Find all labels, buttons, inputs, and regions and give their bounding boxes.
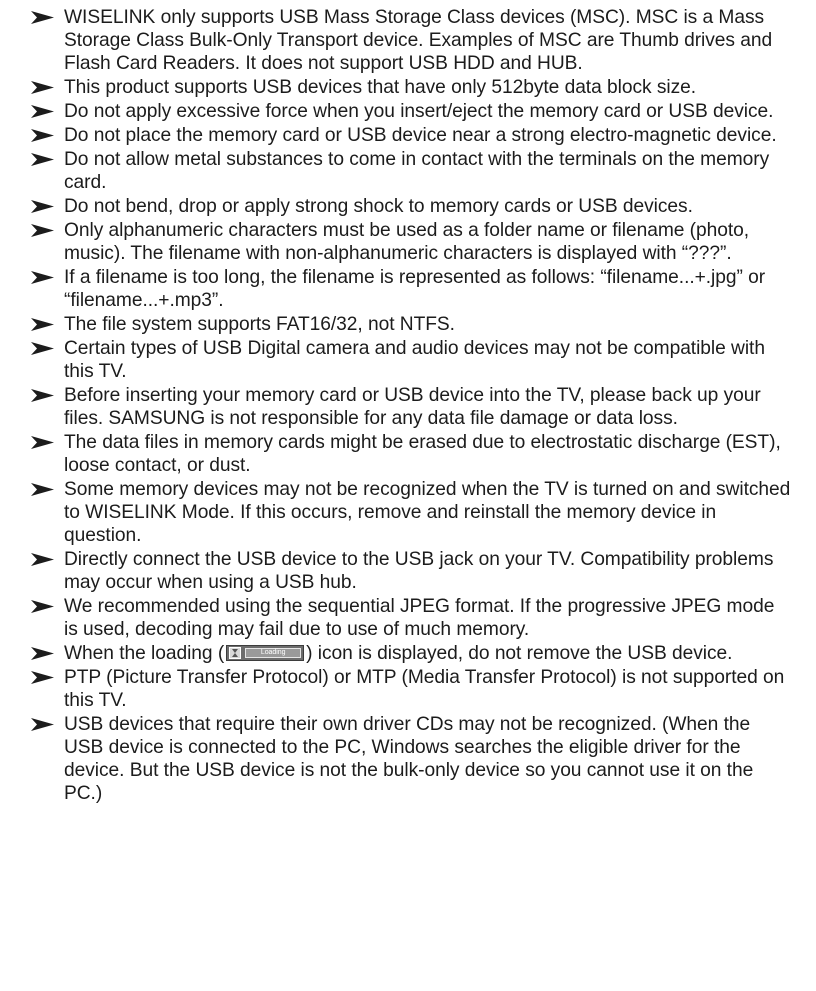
list-item: Some memory devices may not be recognize… — [31, 478, 792, 547]
arrowhead-bullet-icon — [31, 671, 54, 684]
usb-notes-list: WISELINK only supports USB Mass Storage … — [31, 6, 792, 805]
loading-note-after: ) icon is displayed, do not remove the U… — [306, 643, 733, 664]
list-item: USB devices that require their own drive… — [31, 713, 792, 805]
list-item: This product supports USB devices that h… — [31, 76, 792, 99]
list-item: If a filename is too long, the filename … — [31, 266, 792, 312]
loading-indicator-icon: Loading — [226, 645, 305, 661]
arrowhead-bullet-icon — [31, 105, 54, 118]
note-text: Do not place the memory card or USB devi… — [64, 125, 777, 146]
list-item: PTP (Picture Transfer Protocol) or MTP (… — [31, 666, 792, 712]
note-text: If a filename is too long, the filename … — [64, 267, 766, 311]
note-text: The data files in memory cards might be … — [64, 432, 781, 476]
loading-note-before: When the loading ( — [64, 643, 225, 664]
arrowhead-bullet-icon — [31, 600, 54, 613]
list-item: The file system supports FAT16/32, not N… — [31, 313, 792, 336]
arrowhead-bullet-icon — [31, 153, 54, 166]
manual-page: WISELINK only supports USB Mass Storage … — [0, 0, 816, 991]
note-text: Directly connect the USB device to the U… — [64, 549, 774, 593]
loading-note: When the loading ( Loading ) icon is displ… — [31, 642, 792, 665]
arrowhead-bullet-icon — [31, 200, 54, 213]
list-item: WISELINK only supports USB Mass Storage … — [31, 6, 792, 75]
arrowhead-bullet-icon — [31, 81, 54, 94]
list-item: Do not place the memory card or USB devi… — [31, 124, 792, 147]
list-item: Directly connect the USB device to the U… — [31, 548, 792, 594]
arrowhead-bullet-icon — [31, 647, 54, 660]
arrowhead-bullet-icon — [31, 271, 54, 284]
note-text: Do not apply excessive force when you in… — [64, 101, 774, 122]
arrowhead-bullet-icon — [31, 483, 54, 496]
note-text: USB devices that require their own drive… — [64, 714, 754, 804]
note-text: Certain types of USB Digital camera and … — [64, 338, 765, 382]
note-text: Do not bend, drop or apply strong shock … — [64, 196, 693, 217]
note-text: This product supports USB devices that h… — [64, 77, 697, 98]
arrowhead-bullet-icon — [31, 11, 54, 24]
list-item: Before inserting your memory card or USB… — [31, 384, 792, 430]
list-item: The data files in memory cards might be … — [31, 431, 792, 477]
arrowhead-bullet-icon — [31, 342, 54, 355]
note-text: Before inserting your memory card or USB… — [64, 385, 761, 429]
loading-label: Loading — [245, 648, 302, 658]
arrowhead-bullet-icon — [31, 224, 54, 237]
note-text: Do not allow metal substances to come in… — [64, 149, 770, 193]
note-text: We recommended using the sequential JPEG… — [64, 596, 775, 640]
note-text: Some memory devices may not be recognize… — [64, 479, 791, 546]
list-item: Certain types of USB Digital camera and … — [31, 337, 792, 383]
list-item: Do not allow metal substances to come in… — [31, 148, 792, 194]
arrowhead-bullet-icon — [31, 129, 54, 142]
arrowhead-bullet-icon — [31, 389, 54, 402]
list-item: We recommended using the sequential JPEG… — [31, 595, 792, 641]
hourglass-icon — [229, 647, 242, 659]
note-text: Only alphanumeric characters must be use… — [64, 220, 750, 264]
arrowhead-bullet-icon — [31, 318, 54, 331]
list-item: Only alphanumeric characters must be use… — [31, 219, 792, 265]
list-item: Do not bend, drop or apply strong shock … — [31, 195, 792, 218]
note-text: The file system supports FAT16/32, not N… — [64, 314, 455, 335]
arrowhead-bullet-icon — [31, 553, 54, 566]
arrowhead-bullet-icon — [31, 718, 54, 731]
arrowhead-bullet-icon — [31, 436, 54, 449]
list-item: Do not apply excessive force when you in… — [31, 100, 792, 123]
note-text: WISELINK only supports USB Mass Storage … — [64, 7, 773, 74]
note-text: PTP (Picture Transfer Protocol) or MTP (… — [64, 667, 785, 711]
